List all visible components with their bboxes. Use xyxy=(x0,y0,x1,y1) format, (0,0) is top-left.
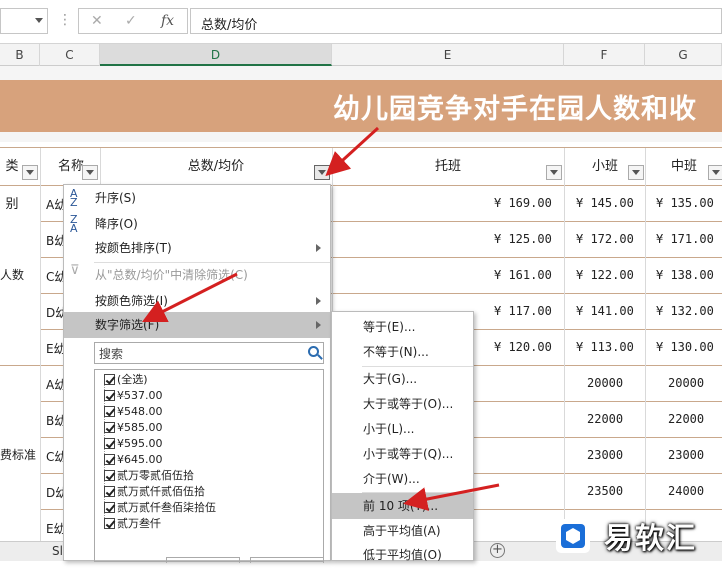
annotation-arrows xyxy=(141,126,500,511)
arrow-to-number-filters xyxy=(141,272,238,323)
arrow-to-top-10 xyxy=(403,483,500,511)
watermark-text: 易软汇 xyxy=(604,521,698,555)
watermark-logo-icon xyxy=(556,519,590,553)
arrow-to-filter-button xyxy=(325,126,380,177)
